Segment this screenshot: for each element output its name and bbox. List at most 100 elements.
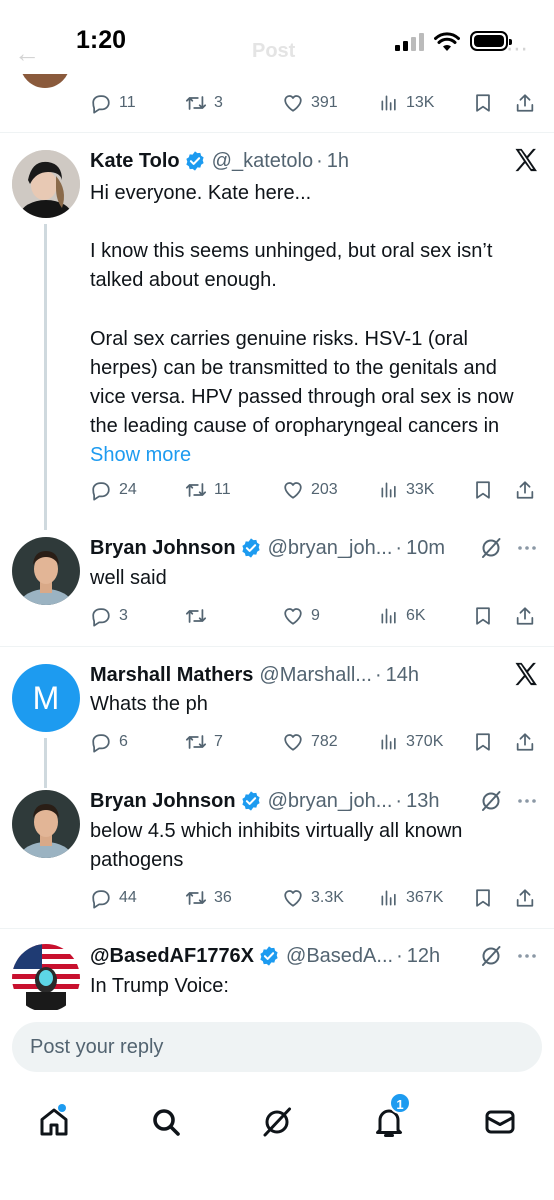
repost-button[interactable]: 3 xyxy=(185,90,223,116)
avatar[interactable] xyxy=(12,944,80,1012)
tweet-actions: 24 11 203 33K xyxy=(90,477,538,503)
reply-count: 24 xyxy=(119,481,137,498)
notifications-badge: 1 xyxy=(389,1092,411,1114)
avatar[interactable] xyxy=(12,790,80,858)
views-button[interactable]: 13K xyxy=(379,90,434,116)
like-count: 391 xyxy=(311,94,338,111)
grok-icon[interactable] xyxy=(479,944,503,968)
repost-button[interactable]: 11 xyxy=(185,477,231,503)
bookmark-icon xyxy=(476,481,490,499)
timestamp[interactable]: 10m xyxy=(406,537,445,560)
author-name[interactable]: @BasedAF1776X xyxy=(90,945,254,968)
like-button[interactable]: 203 xyxy=(282,477,338,503)
tweet-text: below 4.5 which inhibits virtually all k… xyxy=(90,820,463,872)
tab-notifications[interactable]: 1 xyxy=(371,1092,411,1140)
share-button[interactable] xyxy=(514,885,536,911)
tweet-paragraph: Hi everyone. Kate here... xyxy=(90,182,312,204)
tweet-header: Bryan Johnson @bryan_joh... · 13h xyxy=(90,787,439,815)
views-button[interactable]: 33K xyxy=(379,477,434,503)
home-icon xyxy=(40,1108,68,1136)
author-name[interactable]: Marshall Mathers xyxy=(90,664,253,687)
verified-icon xyxy=(186,151,204,171)
bookmark-button[interactable] xyxy=(472,885,494,911)
reply-button[interactable]: 44 xyxy=(90,885,137,911)
avatar-letter: M xyxy=(32,679,60,716)
more-icon[interactable] xyxy=(515,789,539,813)
reply-icon xyxy=(92,482,110,501)
tweet-actions: 6 7 782 370K xyxy=(90,729,538,755)
tab-home[interactable] xyxy=(36,1104,72,1140)
views-button[interactable]: 6K xyxy=(379,603,426,629)
timestamp[interactable]: 1h xyxy=(327,150,349,173)
author-handle[interactable]: @bryan_joh... xyxy=(268,790,393,813)
reply-count: 6 xyxy=(119,733,128,750)
reply-button[interactable]: 11 xyxy=(90,90,136,116)
like-count: 782 xyxy=(311,733,338,750)
grok-icon xyxy=(263,1107,291,1137)
timestamp[interactable]: 12h xyxy=(407,945,440,968)
like-button[interactable]: 9 xyxy=(282,603,320,629)
author-handle[interactable]: @bryan_joh... xyxy=(268,537,393,560)
tab-messages[interactable] xyxy=(482,1104,518,1140)
timestamp[interactable]: 13h xyxy=(406,790,439,813)
share-icon xyxy=(516,481,534,499)
reply-icon xyxy=(92,734,110,753)
battery-icon xyxy=(470,31,512,51)
wifi-icon xyxy=(434,32,460,51)
bottom-nav: 1 xyxy=(0,1086,554,1200)
grok-icon[interactable] xyxy=(479,789,503,813)
views-button[interactable]: 367K xyxy=(379,885,443,911)
timestamp[interactable]: 14h xyxy=(386,664,419,687)
repost-button[interactable]: 7 xyxy=(185,729,223,755)
repost-button[interactable]: 36 xyxy=(185,885,232,911)
share-button[interactable] xyxy=(514,90,536,116)
show-more-link[interactable]: Show more xyxy=(90,444,191,466)
bookmark-button[interactable] xyxy=(472,90,494,116)
author-name[interactable]: Bryan Johnson xyxy=(90,790,236,813)
reply-input[interactable] xyxy=(12,1022,542,1072)
avatar[interactable] xyxy=(20,74,70,88)
bookmark-button[interactable] xyxy=(472,729,494,755)
reply-button[interactable]: 6 xyxy=(90,729,128,755)
views-count: 33K xyxy=(406,481,435,498)
like-button[interactable]: 3.3K xyxy=(282,885,344,911)
views-count: 367K xyxy=(406,889,444,906)
like-button[interactable]: 391 xyxy=(282,90,338,116)
tweet-header: @BasedAF1776X @BasedA... · 12h xyxy=(90,942,440,970)
verified-icon xyxy=(241,791,260,811)
author-handle[interactable]: @Marshall... xyxy=(259,664,372,687)
reply-icon xyxy=(92,890,110,909)
tab-search[interactable] xyxy=(148,1104,184,1140)
tweet-text: well said xyxy=(90,567,167,589)
views-button[interactable]: 370K xyxy=(379,729,443,755)
bookmark-button[interactable] xyxy=(472,477,494,503)
views-icon xyxy=(381,734,396,750)
like-button[interactable]: 782 xyxy=(282,729,338,755)
like-icon xyxy=(284,608,302,625)
profile-photo xyxy=(12,150,80,218)
views-icon xyxy=(381,95,396,111)
author-name[interactable]: Kate Tolo xyxy=(90,150,180,173)
reply-button[interactable]: 24 xyxy=(90,477,137,503)
more-icon[interactable] xyxy=(515,536,539,560)
grok-icon[interactable] xyxy=(479,536,503,560)
share-button[interactable] xyxy=(514,477,536,503)
avatar[interactable] xyxy=(12,150,80,218)
tab-grok[interactable] xyxy=(259,1104,295,1140)
repost-button[interactable] xyxy=(185,603,214,629)
author-handle[interactable]: @BasedA... xyxy=(286,945,393,968)
author-handle[interactable]: @_katetolo xyxy=(212,150,313,173)
share-icon xyxy=(516,733,534,751)
repost-count: 11 xyxy=(214,481,231,498)
more-icon[interactable] xyxy=(515,944,539,968)
author-name[interactable]: Bryan Johnson xyxy=(90,537,236,560)
bookmark-button[interactable] xyxy=(472,603,494,629)
back-arrow-icon[interactable]: ← xyxy=(14,38,40,69)
reply-button[interactable]: 3 xyxy=(90,603,128,629)
share-button[interactable] xyxy=(514,729,536,755)
avatar[interactable]: M xyxy=(12,664,80,732)
avatar[interactable] xyxy=(12,537,80,605)
bookmark-icon xyxy=(476,94,490,112)
bookmark-icon xyxy=(476,733,490,751)
share-button[interactable] xyxy=(514,603,536,629)
